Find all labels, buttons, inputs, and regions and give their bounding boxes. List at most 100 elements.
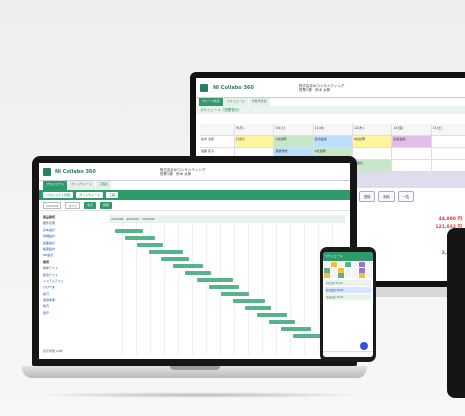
cal-user[interactable]: 鈴木 太郎: [200, 136, 234, 147]
gantt-chart: 2023/04 2023/05 2023/06: [109, 215, 345, 355]
laptop: NI Collabo 360 株式会社NIコンサルティング 営業1課 鈴木 太郎…: [22, 156, 367, 396]
phone-list-item[interactable]: A社訪問 10:00: [325, 280, 371, 286]
phone-cal-cell[interactable]: [358, 273, 366, 278]
phone-cal-cell[interactable]: [358, 262, 366, 267]
phone-cal-cell[interactable]: [351, 273, 359, 278]
phone-list-item[interactable]: 社内会議 13:00: [325, 287, 371, 293]
phone-cal-cell[interactable]: [365, 262, 372, 267]
gantt-bar[interactable]: [209, 285, 239, 289]
delete-button[interactable]: 削除: [378, 191, 395, 202]
cal-event[interactable]: [431, 148, 465, 159]
tab-group[interactable]: グループ表示: [199, 98, 223, 106]
phone-cal-cell[interactable]: [365, 273, 372, 278]
phone-cal-cell[interactable]: [324, 267, 331, 273]
logo-text[interactable]: NI Collabo 360: [55, 169, 96, 175]
company-info: 株式会社NIコンサルティング 営業1課 鈴木 太郎: [160, 168, 205, 176]
phone-list-item[interactable]: 企画会議 16:00: [325, 294, 371, 300]
phone-cal-cell[interactable]: [344, 267, 352, 273]
cal-event[interactable]: A社訪問: [274, 136, 313, 147]
gantt-bar[interactable]: [161, 257, 189, 261]
tab-schedule[interactable]: スケジュール: [223, 98, 248, 106]
phone-screen: スケジュール A社訪問 10:00 社内会議 13:00 企画会議 16:00: [323, 252, 373, 357]
phone-cal-cell[interactable]: [365, 267, 372, 273]
company-name: 株式会社NIコンサルティング: [298, 83, 345, 88]
search-button[interactable]: 検索: [100, 201, 113, 209]
tablet-edge: [447, 228, 465, 398]
gantt-bar[interactable]: [149, 250, 183, 254]
cal-event[interactable]: 打合せ: [235, 136, 274, 147]
gantt-bar[interactable]: [185, 271, 211, 275]
phone-cal-cell[interactable]: [344, 262, 352, 267]
gantt-bar[interactable]: [269, 320, 295, 324]
tree-item[interactable]: 保守: [43, 311, 105, 317]
gantt-bar[interactable]: [197, 278, 233, 282]
cal-head: 13(金): [392, 124, 431, 135]
cal-event[interactable]: [392, 148, 431, 159]
laptop-footer: 表示件数 16件: [43, 349, 63, 353]
phone-cal-cell[interactable]: [358, 267, 366, 273]
cal-head: 14(土): [431, 124, 465, 135]
show-button[interactable]: 表示: [84, 201, 97, 209]
gantt-bar[interactable]: [173, 264, 203, 268]
phone-cal-cell[interactable]: [324, 262, 331, 267]
phone-title: スケジュール: [325, 254, 343, 258]
amount-value: 44,000 円: [438, 217, 462, 222]
cal-event[interactable]: 企画会議: [392, 136, 431, 147]
toolbar-item[interactable]: 工程: [106, 192, 119, 198]
logo-icon: [43, 167, 51, 176]
cal-head: 9(月): [235, 124, 274, 135]
phone-cal-cell[interactable]: [351, 262, 359, 267]
smartphone: スケジュール A社訪問 10:00 社内会議 13:00 企画会議 16:00: [320, 247, 376, 362]
cal-event[interactable]: [431, 160, 465, 171]
detail-button-row: 登録 削除 一覧: [356, 188, 465, 205]
gantt-bar[interactable]: [293, 334, 321, 338]
logo-text[interactable]: NI Collabo 360: [213, 85, 254, 91]
gantt-bar[interactable]: [281, 327, 311, 331]
gantt-bar[interactable]: [221, 292, 249, 296]
phone-cal-cell[interactable]: [330, 273, 338, 278]
gantt-bar[interactable]: [137, 243, 163, 247]
gantt-bar[interactable]: [115, 229, 143, 233]
phone-cal-cell[interactable]: [337, 267, 345, 273]
cal-event[interactable]: B社訪問: [352, 136, 392, 147]
phone-cal-cell[interactable]: [337, 262, 345, 267]
phone-cal-cell[interactable]: [330, 262, 338, 267]
tab-process[interactable]: 工程表: [96, 181, 112, 190]
toolbar-item[interactable]: ガントチャート: [76, 192, 103, 198]
laptop-notch: [170, 366, 220, 370]
phone-cal-cell[interactable]: [324, 273, 331, 278]
gantt-bar[interactable]: [233, 299, 265, 303]
phone-cal-cell[interactable]: [330, 267, 338, 273]
user-name: 営業1課 鈴木 太郎: [298, 87, 331, 92]
sub-title: スケジュール（週間表示）: [196, 106, 465, 114]
laptop-toolbar: プロジェクト管理 ガントチャート 工程: [39, 190, 350, 200]
tab-action-plan[interactable]: 行動予定表: [248, 98, 270, 106]
cal-event[interactable]: [392, 160, 431, 171]
cal-event[interactable]: [431, 136, 465, 147]
phone-bottom-nav: [323, 351, 373, 357]
phone-cal-cell[interactable]: [344, 273, 352, 278]
add-button[interactable]: [360, 342, 368, 350]
tab-project[interactable]: プロジェクト: [43, 181, 68, 190]
date-field[interactable]: 2023/04: [43, 201, 62, 209]
phone-cal-cell[interactable]: [351, 267, 359, 273]
cal-head: 10(火): [274, 124, 313, 135]
company-info: 株式会社NIコンサルティング 営業1課 鈴木 太郎: [299, 84, 344, 92]
toolbar-item[interactable]: プロジェクト管理: [43, 192, 74, 198]
laptop-screen: NI Collabo 360 株式会社NIコンサルティング 営業1課 鈴木 太郎…: [39, 163, 350, 359]
list-button[interactable]: 一覧: [397, 191, 415, 202]
task-tree: 製品開発 要件定義 基本設計 詳細設計 画面設計 帳票設計 DB設計 開発 単体…: [43, 215, 105, 355]
gantt-bar[interactable]: [257, 313, 287, 317]
logo-icon: [200, 83, 208, 92]
laptop-app-header: NI Collabo 360 株式会社NIコンサルティング 営業1課 鈴木 太郎: [39, 163, 350, 181]
laptop-nav-tabs: プロジェクト ガントチャート 工程表: [39, 181, 350, 190]
filter-row: 2023/04 すべて 表示 検索: [39, 200, 350, 211]
phone-cal-cell[interactable]: [337, 273, 345, 278]
gantt-bar[interactable]: [245, 306, 271, 310]
phone-header: スケジュール: [323, 252, 373, 261]
gantt-bar[interactable]: [125, 236, 155, 240]
scope-select[interactable]: すべて: [65, 201, 81, 209]
cal-event[interactable]: 社内会議: [313, 136, 352, 147]
monitor-app-header: NI Collabo 360 株式会社NIコンサルティング 営業1課 鈴木 太郎: [196, 78, 465, 98]
tab-gantt[interactable]: ガントチャート: [68, 181, 95, 190]
